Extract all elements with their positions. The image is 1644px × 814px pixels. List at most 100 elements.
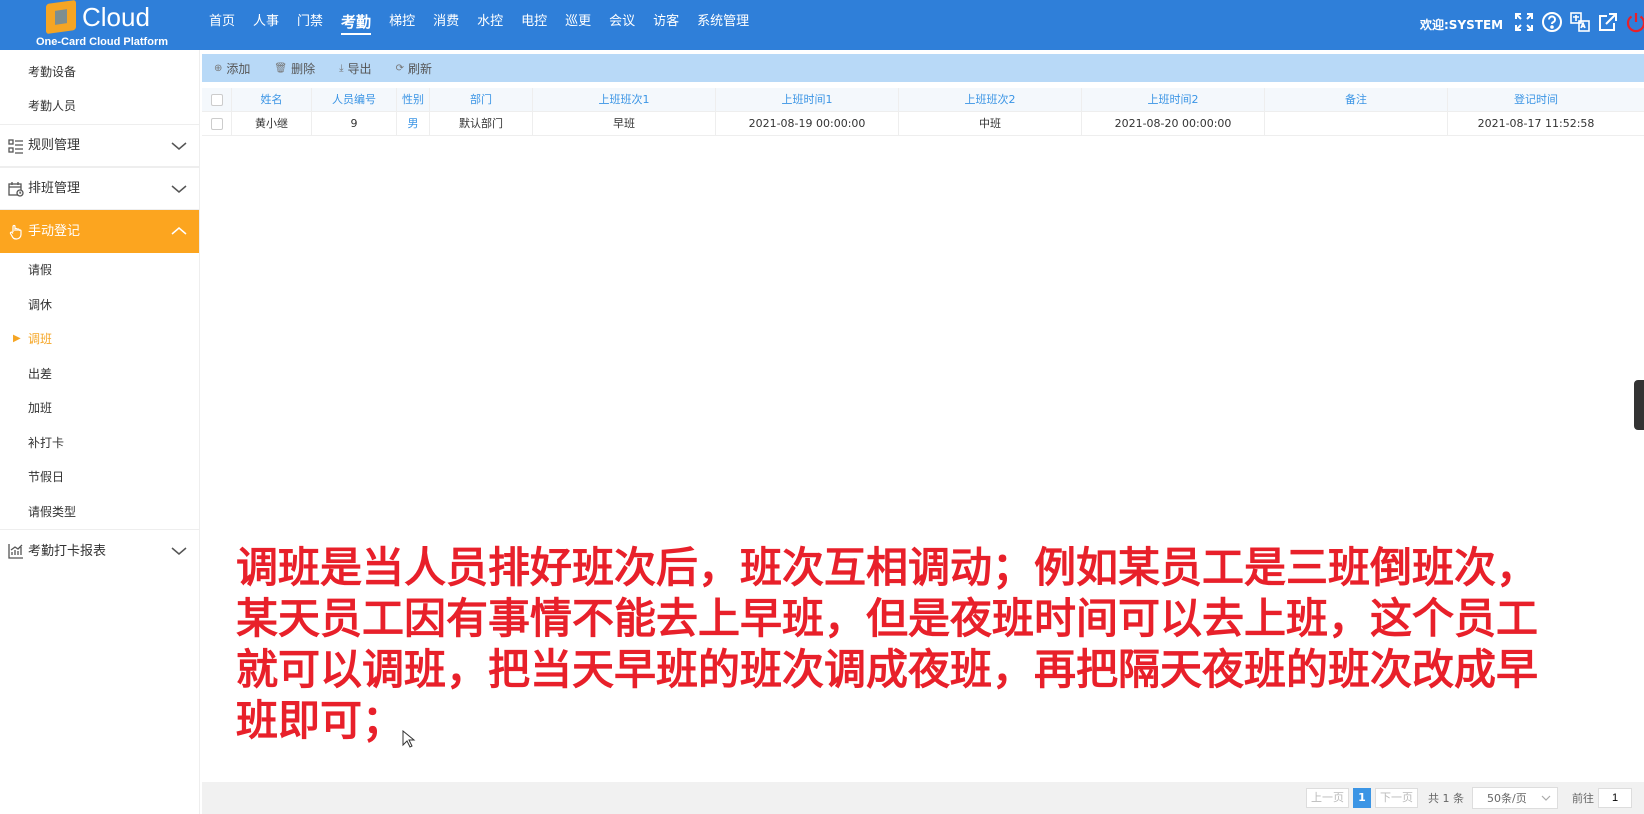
mouse-cursor-icon <box>402 730 416 748</box>
column-header-staff-no[interactable]: 人员编号 <box>312 88 397 111</box>
chart-icon <box>8 543 24 559</box>
sidebar-item-overtime[interactable]: 加班 <box>0 391 199 426</box>
caption-line: 班即可； <box>236 696 405 745</box>
toolbar: ⊕ 添加 🗑 删除 ⤓ 导出 ⟳ 刷新 <box>202 54 1644 82</box>
cell-shift2: 中班 <box>899 112 1082 135</box>
add-button[interactable]: ⊕ 添加 <box>214 60 250 77</box>
list-icon <box>8 138 24 154</box>
refresh-button-label: 刷新 <box>407 61 432 76</box>
nav-system[interactable]: 系统管理 <box>688 0 758 50</box>
sidebar-group-manual[interactable]: 手动登记 <box>0 210 199 253</box>
sidebar-item-attendance-staff[interactable]: 考勤人员 <box>0 88 199 124</box>
hand-pointer-icon <box>8 224 24 240</box>
column-header-remark[interactable]: 备注 <box>1265 88 1448 111</box>
table-row[interactable]: 黄小继 9 男 默认部门 早班 2021-08-19 00:00:00 中班 2… <box>202 112 1644 136</box>
logo-cube-icon <box>46 0 76 35</box>
sidebar-item-label: 调班 <box>28 332 53 346</box>
cell-time1: 2021-08-19 00:00:00 <box>716 112 899 135</box>
side-drawer-handle[interactable] <box>1634 380 1644 430</box>
column-header-time2[interactable]: 上班时间2 <box>1082 88 1265 111</box>
nav-water[interactable]: 水控 <box>468 0 512 50</box>
nav-home[interactable]: 首页 <box>200 0 244 50</box>
sidebar-group-schedule[interactable]: 排班管理 <box>0 167 199 210</box>
nav-elevator[interactable]: 梯控 <box>380 0 424 50</box>
goto-page-input[interactable] <box>1598 788 1632 808</box>
export-button-label: 导出 <box>347 61 372 76</box>
page-size-value: 50条/页 <box>1487 792 1527 805</box>
column-header-shift1[interactable]: 上班班次1 <box>533 88 716 111</box>
fullscreen-icon[interactable] <box>1512 10 1536 34</box>
nav-attendance[interactable]: 考勤 <box>332 0 380 50</box>
power-icon[interactable] <box>1624 10 1644 34</box>
caption-line: 某天员工因有事情不能去上早班，但是夜班时间可以去上班，这个员工 <box>236 594 1539 643</box>
sidebar-item-leave-type[interactable]: 请假类型 <box>0 495 199 530</box>
chevron-down-icon <box>1541 795 1551 801</box>
checkbox[interactable] <box>210 117 223 130</box>
brand-subtitle: One-Card Cloud Platform <box>36 36 169 48</box>
next-page-button[interactable]: 下一页 <box>1375 788 1418 808</box>
sidebar-item-leave[interactable]: 请假 <box>0 253 199 288</box>
nav-access[interactable]: 门禁 <box>288 0 332 50</box>
cell-name: 黄小继 <box>232 112 312 135</box>
select-all-checkbox[interactable] <box>202 88 232 111</box>
sidebar-item-attendance-device[interactable]: 考勤设备 <box>0 50 199 88</box>
chevron-down-icon <box>171 185 187 193</box>
cell-register-time: 2021-08-17 11:52:58 <box>1477 117 1595 130</box>
caption-line: 就可以调班，把当天早班的班次调成夜班，再把隔天夜班的班次改成早 <box>236 645 1539 694</box>
sidebar-group-label: 手动登记 <box>28 224 81 239</box>
caption-line: 调班是当人员排好班次后，班次互相调动；例如某员工是三班倒班次， <box>236 543 1539 592</box>
language-icon[interactable] <box>1568 10 1592 34</box>
top-bar: Cloud One-Card Cloud Platform 首页 人事 门禁 考… <box>0 0 1644 50</box>
sidebar-item-holiday[interactable]: 节假日 <box>0 460 199 495</box>
delete-button[interactable]: 🗑 删除 <box>274 60 315 77</box>
cell-staff-no: 9 <box>312 112 397 135</box>
page-number-current[interactable]: 1 <box>1353 788 1371 808</box>
column-header-gender[interactable]: 性别 <box>397 88 430 111</box>
cell-shift1: 早班 <box>533 112 716 135</box>
refresh-button[interactable]: ⟳ 刷新 <box>396 60 432 77</box>
row-checkbox[interactable] <box>202 112 232 135</box>
pagination: 上一页 1 下一页 共 1 条 50条/页 前往 <box>202 782 1644 814</box>
download-icon: ⤓ <box>339 62 344 74</box>
sidebar-item-shift-swap[interactable]: ▶ 调班 <box>0 322 199 357</box>
sidebar-group-rules[interactable]: 规则管理 <box>0 124 199 167</box>
nav-consumption[interactable]: 消费 <box>424 0 468 50</box>
delete-button-label: 删除 <box>291 61 316 76</box>
sidebar-group-label: 考勤打卡报表 <box>28 543 107 559</box>
caret-right-icon: ▶ <box>13 333 21 344</box>
header-actions <box>1512 10 1644 34</box>
nav-meeting[interactable]: 会议 <box>600 0 644 50</box>
column-header-department[interactable]: 部门 <box>430 88 533 111</box>
cell-department: 默认部门 <box>430 112 533 135</box>
export-button[interactable]: ⤓ 导出 <box>339 60 371 77</box>
tutorial-caption: 调班是当人员排好班次后，班次互相调动；例如某员工是三班倒班次， 某天员工因有事情… <box>236 542 1539 746</box>
column-header-register-time[interactable]: 登记时间 <box>1448 88 1624 111</box>
goto-label: 前往 <box>1572 792 1594 805</box>
calendar-icon <box>8 181 24 197</box>
sidebar-group-report[interactable]: 考勤打卡报表 <box>0 529 199 572</box>
column-header-name[interactable]: 姓名 <box>232 88 312 111</box>
column-header-shift2[interactable]: 上班班次2 <box>899 88 1082 111</box>
sidebar-item-time-off[interactable]: 调休 <box>0 288 199 323</box>
nav-electric[interactable]: 电控 <box>512 0 556 50</box>
edit-link-icon[interactable] <box>1596 10 1620 34</box>
sidebar-item-missed-punch[interactable]: 补打卡 <box>0 426 199 461</box>
table-header: 姓名 人员编号 性别 部门 上班班次1 上班时间1 上班班次2 上班时间2 备注… <box>202 88 1644 112</box>
column-header-time1[interactable]: 上班时间1 <box>716 88 899 111</box>
help-icon[interactable] <box>1540 10 1564 34</box>
nav-visitor[interactable]: 访客 <box>644 0 688 50</box>
sidebar-item-business-trip[interactable]: 出差 <box>0 357 199 392</box>
nav-patrol[interactable]: 巡更 <box>556 0 600 50</box>
nav-hr[interactable]: 人事 <box>244 0 288 50</box>
sidebar-group-label: 排班管理 <box>28 181 81 196</box>
logo[interactable]: Cloud One-Card Cloud Platform <box>0 0 200 50</box>
sidebar: 考勤设备 考勤人员 规则管理 排班管理 手动登记 请假 调休 ▶ 调班 出差 加… <box>0 50 200 814</box>
chevron-down-icon <box>171 142 187 150</box>
plus-circle-icon: ⊕ <box>214 62 223 74</box>
checkbox[interactable] <box>210 93 223 106</box>
total-count: 共 1 条 <box>1428 792 1464 805</box>
prev-page-button[interactable]: 上一页 <box>1306 788 1349 808</box>
page-size-select[interactable]: 50条/页 <box>1472 787 1558 809</box>
add-button-label: 添加 <box>226 61 251 76</box>
cell-remark <box>1265 112 1448 135</box>
